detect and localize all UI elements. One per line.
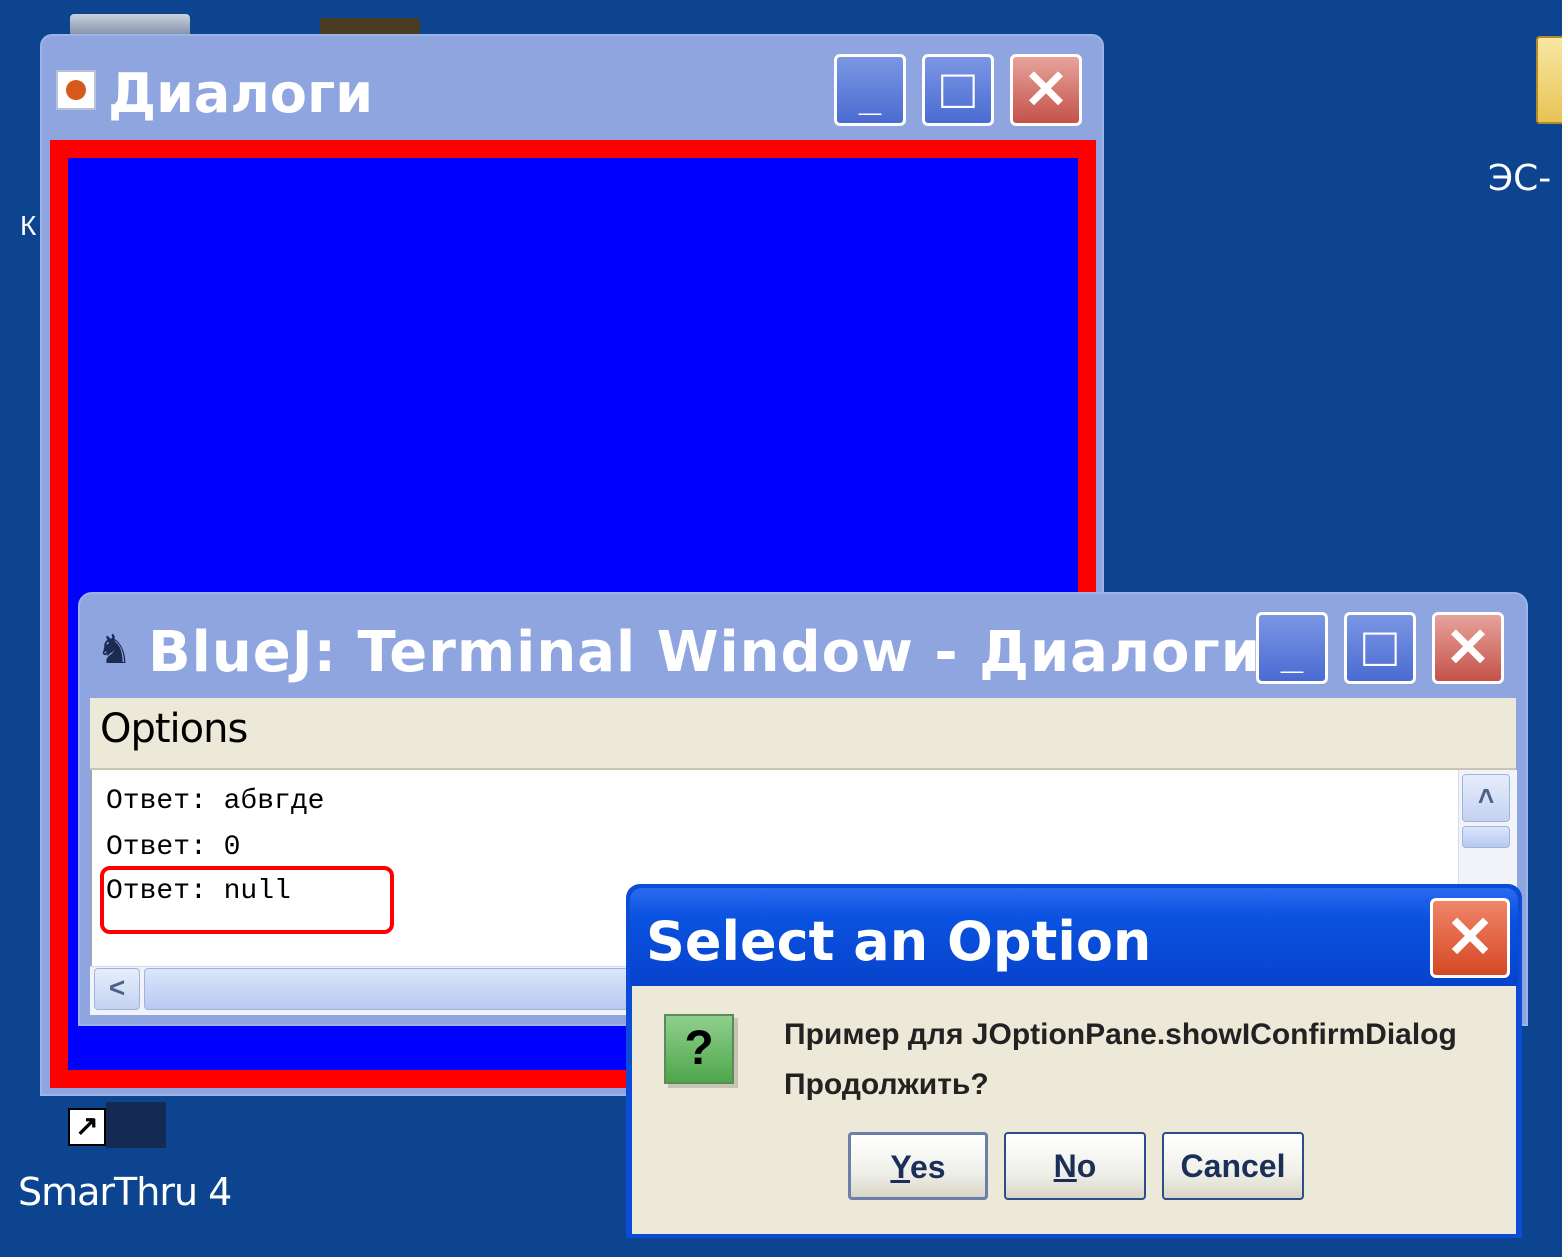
maximize-icon: □ bbox=[941, 57, 975, 120]
menu-options[interactable]: Options bbox=[100, 706, 248, 752]
desktop-folder-icon[interactable] bbox=[1536, 36, 1562, 124]
java-app-icon bbox=[56, 70, 96, 110]
dialogi-window-title: Диалоги bbox=[108, 62, 374, 125]
smarthru-shortcut-icon[interactable]: ↗ bbox=[68, 1102, 166, 1148]
minimize-button[interactable]: _ bbox=[834, 54, 906, 126]
dialog-question: Продолжить? bbox=[784, 1068, 989, 1101]
cancel-button[interactable]: Cancel bbox=[1162, 1132, 1304, 1200]
terminal-line: Ответ: 0 bbox=[106, 832, 241, 863]
highlight-annotation bbox=[100, 866, 394, 934]
terminal-window-title: BlueJ: Terminal Window - Диалоги 1 bbox=[148, 620, 1322, 685]
minimize-icon: _ bbox=[858, 75, 882, 119]
desktop-icon-label[interactable]: ЭС- bbox=[1488, 158, 1551, 199]
close-button[interactable]: ✕ bbox=[1010, 54, 1082, 126]
desktop-icon-label-partial: К bbox=[20, 210, 37, 241]
vertical-scroll-thumb[interactable] bbox=[1462, 826, 1510, 848]
horizontal-scroll-thumb[interactable] bbox=[144, 968, 704, 1010]
yes-mnemonic: Y bbox=[890, 1149, 910, 1185]
yes-label-rest: es bbox=[909, 1149, 946, 1185]
no-mnemonic: N bbox=[1053, 1148, 1077, 1184]
close-icon: ✕ bbox=[1023, 60, 1069, 120]
bluej-icon-glyph: ♞ bbox=[96, 628, 132, 672]
no-label-rest: o bbox=[1076, 1148, 1097, 1184]
dialog-close-icon[interactable]: ✕ bbox=[1430, 898, 1510, 978]
terminal-maximize-button[interactable]: □ bbox=[1344, 612, 1416, 684]
dialog-title: Select an Option bbox=[646, 910, 1152, 973]
maximize-button[interactable]: □ bbox=[922, 54, 994, 126]
terminal-menubar bbox=[90, 698, 1516, 770]
terminal-close-button[interactable]: ✕ bbox=[1432, 612, 1504, 684]
dialog-message: Пример для JOptionPane.showIConfirmDialo… bbox=[784, 1018, 1457, 1051]
no-button[interactable]: No bbox=[1004, 1132, 1146, 1200]
question-icon: ? bbox=[664, 1014, 734, 1084]
terminal-minimize-button[interactable]: _ bbox=[1256, 612, 1328, 684]
scroll-left-icon[interactable]: < bbox=[94, 968, 140, 1010]
shortcut-arrow-icon: ↗ bbox=[68, 1108, 106, 1146]
close-icon: ✕ bbox=[1445, 618, 1491, 678]
minimize-icon: _ bbox=[1280, 633, 1304, 677]
smarthru-shortcut-label[interactable]: SmarThru 4 bbox=[18, 1170, 232, 1214]
bluej-app-icon: ♞ bbox=[92, 628, 136, 672]
shortcut-app-graphic bbox=[106, 1102, 166, 1148]
terminal-line: Ответ: абвгде bbox=[106, 786, 325, 817]
scroll-up-icon[interactable]: ˄ bbox=[1462, 774, 1510, 822]
maximize-icon: □ bbox=[1363, 615, 1397, 678]
yes-button[interactable]: Yes bbox=[848, 1132, 988, 1200]
